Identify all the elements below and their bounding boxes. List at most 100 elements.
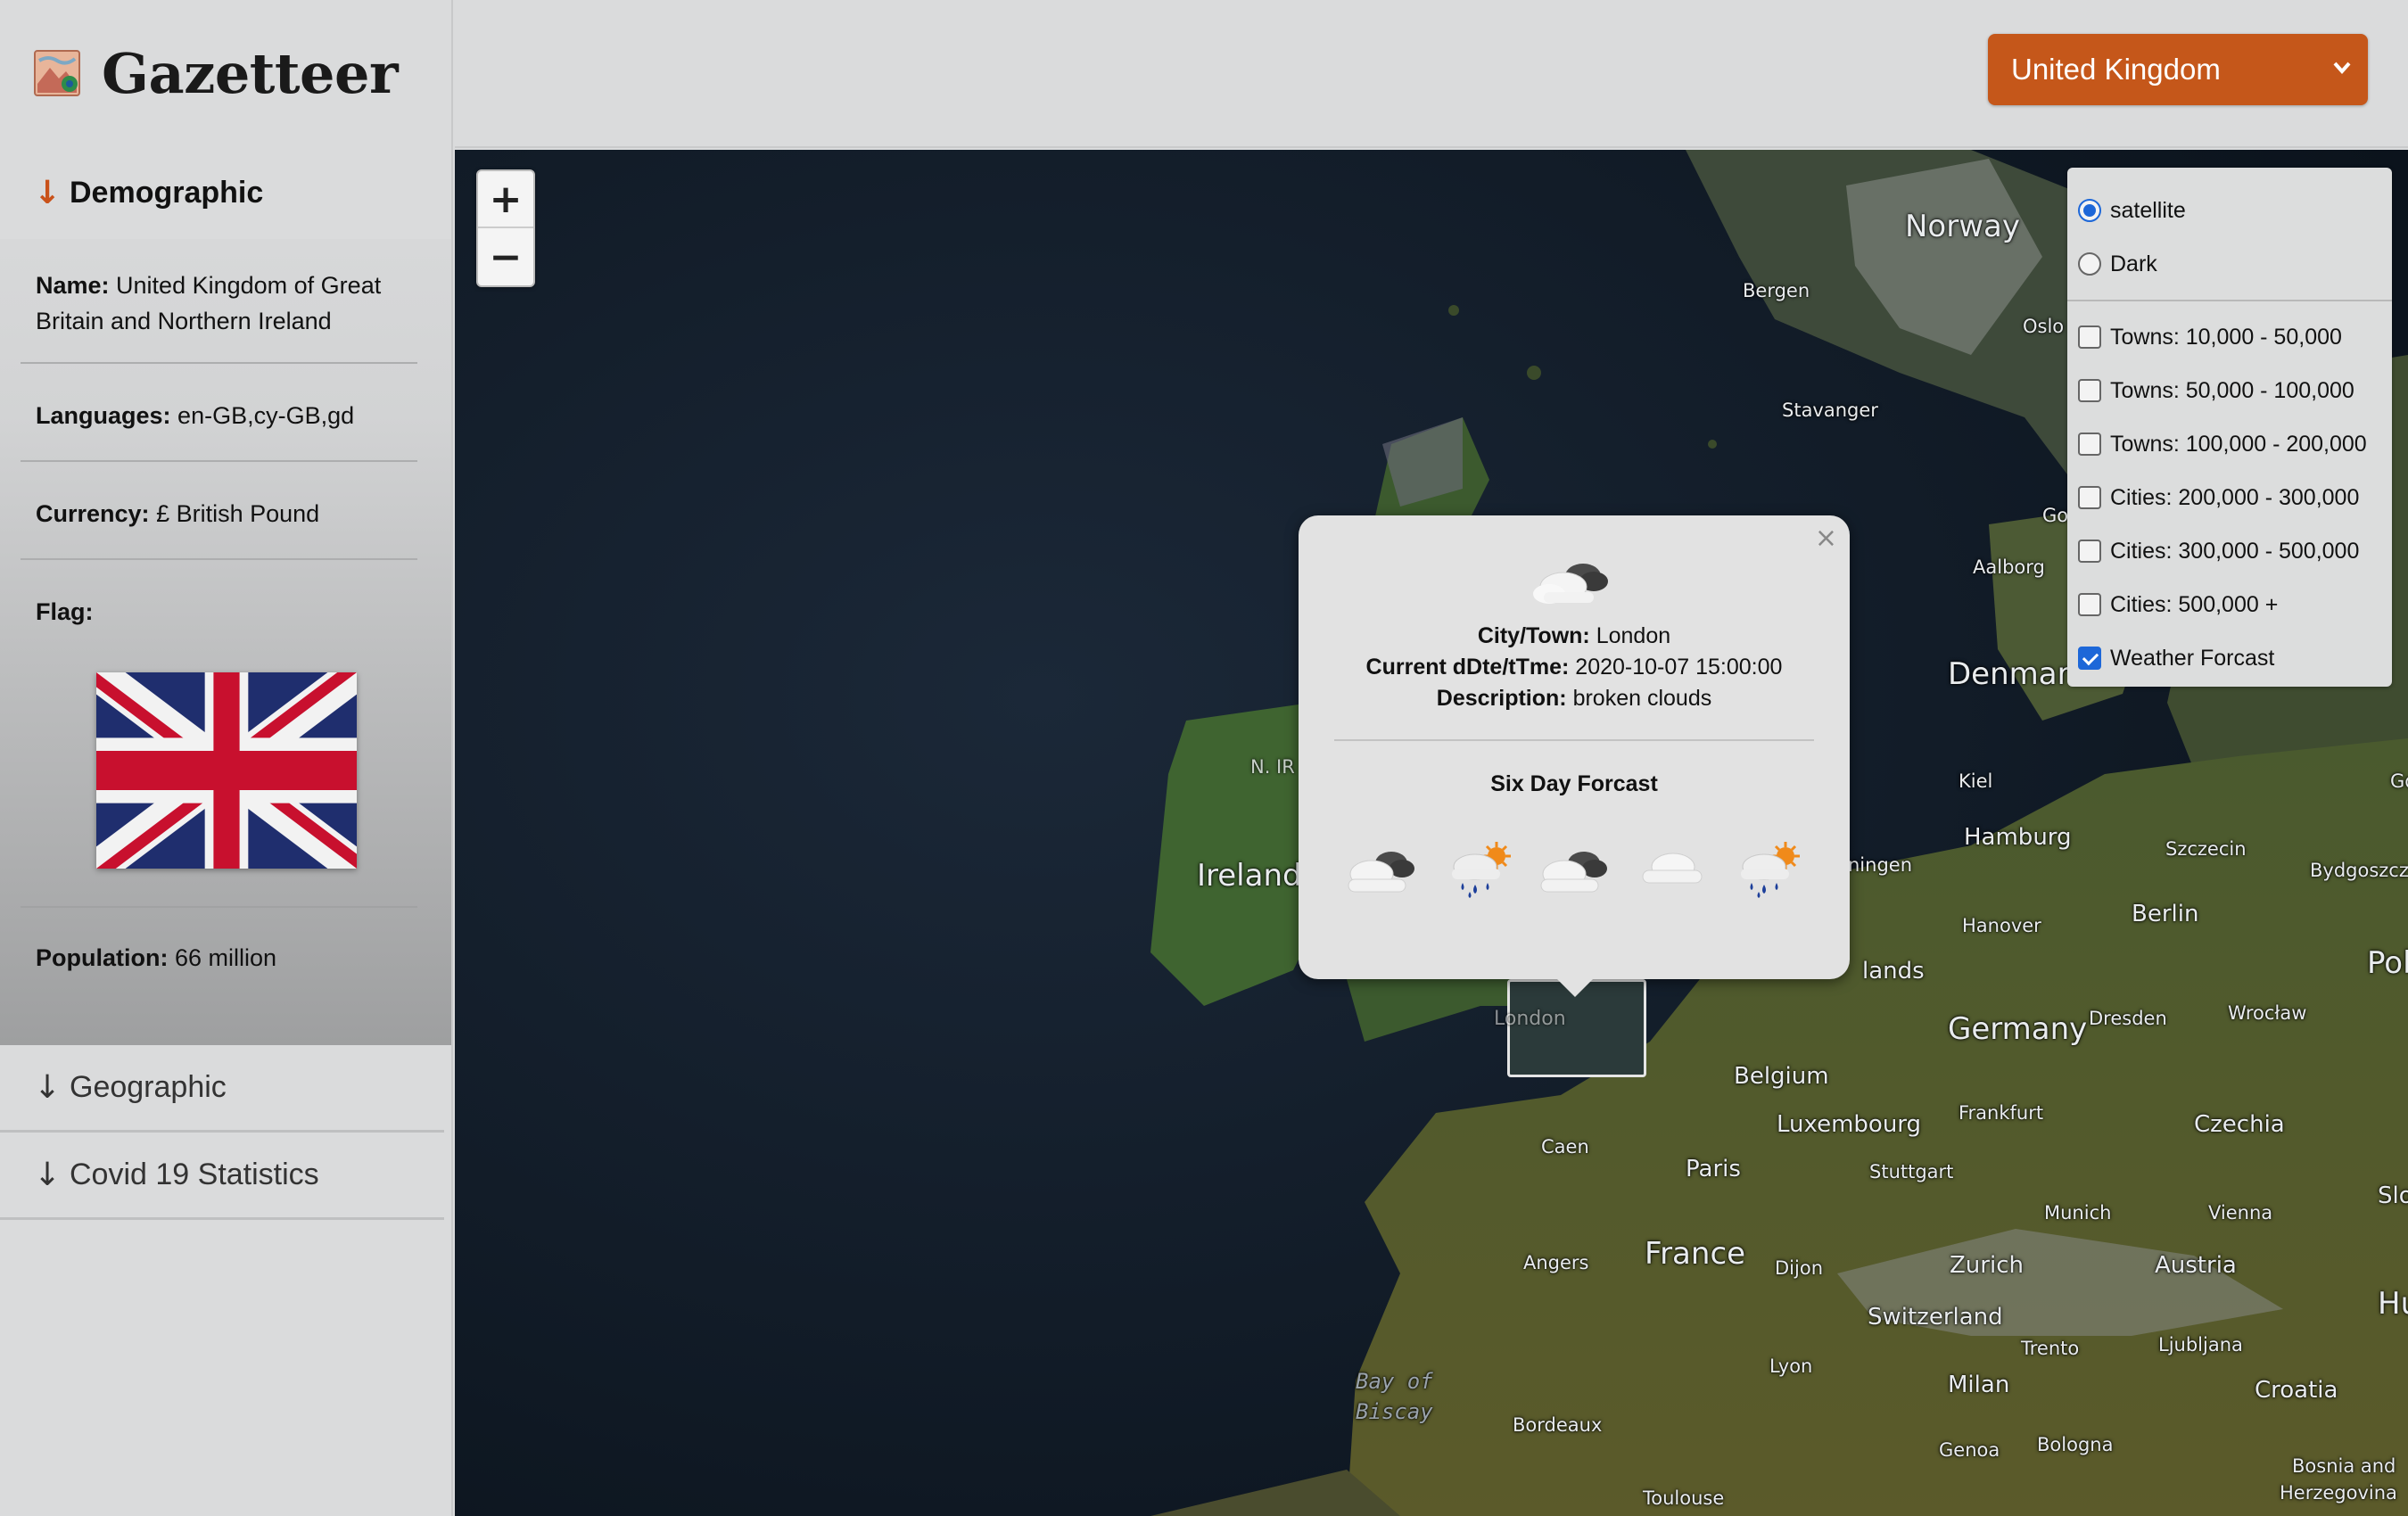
arrow-down-icon: ↓: [34, 1069, 62, 1106]
broken-clouds-icon: [1533, 564, 1608, 604]
map-label-hanover: Hanover: [1962, 915, 2041, 936]
checkbox-towns-50k-100k[interactable]: [2078, 379, 2101, 402]
covid-accordion-header[interactable]: ↓ Covid 19 Statistics: [0, 1133, 444, 1220]
datetime-label: Current dDte/tTme:: [1365, 655, 1570, 680]
arrow-down-icon: ↓: [34, 174, 62, 211]
population-label: Population:: [36, 944, 169, 971]
demographic-accordion-header[interactable]: ↓ Demographic: [0, 146, 451, 239]
overlay-cities-500k-plus[interactable]: Cities: 500,000 +: [2078, 578, 2381, 631]
map-label-frankfurt: Frankfurt: [1959, 1102, 2044, 1124]
map-label-bergen: Bergen: [1743, 280, 1810, 301]
popup-divider: [1334, 739, 1814, 741]
map-label-stuttgart: Stuttgart: [1869, 1161, 1954, 1182]
geographic-accordion-header[interactable]: ↓ Geographic: [0, 1045, 444, 1133]
map-label-berlin: Berlin: [2132, 901, 2199, 927]
checkbox-cities-300k-500k[interactable]: [2078, 540, 2101, 563]
map-label-munich: Munich: [2044, 1202, 2112, 1224]
layer-satellite[interactable]: satellite: [2078, 184, 2381, 237]
map-label-belgium: Belgium: [1734, 1063, 1829, 1090]
map-label-dijon: Dijon: [1775, 1257, 1823, 1279]
map-label-london: London: [1494, 1008, 1566, 1030]
map-label-kiel: Kiel: [1959, 770, 1993, 792]
overlay-cities-300k-500k[interactable]: Cities: 300,000 - 500,000: [2078, 524, 2381, 578]
map-label-norway: Norway: [1905, 209, 2020, 244]
map-label-ningen: ningen: [1848, 854, 1913, 876]
map-label-herzegovina: Herzegovina: [2280, 1482, 2397, 1504]
checkbox-weather-forecast[interactable]: [2078, 647, 2101, 670]
popup-description-line: Description: broken clouds: [1299, 683, 1850, 714]
radio-dark[interactable]: [2078, 252, 2101, 276]
popup-info: City/Town: London Current dDte/tTme: 202…: [1299, 621, 1850, 714]
app-title: Gazetteer: [102, 40, 399, 106]
map-label-bologna: Bologna: [2037, 1434, 2114, 1455]
union-jack-flag: [96, 672, 357, 869]
map-label-bydgoszcz: Bydgoszcz: [2310, 860, 2408, 881]
broken-clouds-icon: [1348, 852, 1414, 893]
layer-dark-label: Dark: [2110, 251, 2157, 276]
checkbox-towns-10k-50k[interactable]: [2078, 325, 2101, 349]
name-row: Name: United Kingdom of Great Britain an…: [21, 239, 417, 364]
overlay-towns-10k-50k[interactable]: Towns: 10,000 - 50,000: [2078, 310, 2381, 364]
map-label-trento: Trento: [2021, 1338, 2080, 1359]
overlay-weather-forecast[interactable]: Weather Forcast: [2078, 631, 2381, 685]
flag-label: Flag:: [36, 598, 94, 625]
languages-label: Languages:: [36, 402, 171, 429]
description-label: Description:: [1436, 686, 1567, 711]
map-label-oslo: Oslo: [2023, 316, 2065, 337]
map-label-wroclaw: Wrocław: [2228, 1002, 2307, 1024]
weather-popup: × City/Town: London Current dDte/tTme: 2…: [1299, 515, 1850, 997]
layer-dark[interactable]: Dark: [2078, 237, 2381, 291]
covid-heading: Covid 19 Statistics: [70, 1158, 319, 1191]
checkbox-towns-100k-200k[interactable]: [2078, 433, 2101, 456]
description-value: broken clouds: [1572, 686, 1712, 711]
overlay-label: Weather Forcast: [2110, 645, 2275, 671]
map-label-caen: Caen: [1541, 1136, 1589, 1158]
checkbox-cities-500k-plus[interactable]: [2078, 593, 2101, 616]
currency-row: Currency: £ British Pound: [21, 462, 417, 560]
map-label-pol: Pol: [2367, 945, 2408, 981]
map-label-bay-of: Bay of: [1356, 1369, 1433, 1394]
cloud-icon: [1642, 853, 1703, 884]
city-value: London: [1596, 623, 1671, 648]
forecast-row: [1299, 840, 1850, 899]
map-label-ireland: Ireland: [1197, 858, 1302, 894]
overlay-label: Cities: 300,000 - 500,000: [2110, 538, 2360, 564]
map-label-szczecin: Szczecin: [2165, 838, 2247, 860]
broken-clouds-icon: [1540, 852, 1607, 893]
map-label-bosnia: Bosnia and: [2292, 1455, 2396, 1477]
country-select[interactable]: United Kingdom: [1988, 34, 2368, 105]
overlay-label: Towns: 100,000 - 200,000: [2110, 431, 2367, 457]
map-label-stavanger: Stavanger: [1782, 400, 1878, 421]
layers-control: satellite Dark Towns: 10,000 - 50,000 To…: [2067, 168, 2392, 687]
map-label-go: Go: [2042, 505, 2069, 526]
map-label-zurich: Zurich: [1950, 1252, 2024, 1279]
checkbox-cities-200k-300k[interactable]: [2078, 486, 2101, 509]
map-view[interactable]: Norway Bergen Oslo Stavanger Aalborg Go …: [455, 150, 2408, 1516]
arrow-down-icon: ↓: [34, 1157, 62, 1193]
zoom-out-button[interactable]: −: [478, 228, 533, 285]
popup-datetime-line: Current dDte/tTme: 2020-10-07 15:00:00: [1299, 652, 1850, 683]
map-label-hu: Hu: [2378, 1286, 2408, 1322]
radio-satellite[interactable]: [2078, 199, 2101, 222]
layer-satellite-label: satellite: [2110, 197, 2186, 223]
overlay-towns-50k-100k[interactable]: Towns: 50,000 - 100,000: [2078, 364, 2381, 417]
zoom-in-button[interactable]: +: [478, 171, 533, 228]
map-label-austria: Austria: [2155, 1252, 2237, 1279]
city-label: City/Town:: [1477, 623, 1590, 648]
close-icon[interactable]: ×: [1815, 523, 1837, 554]
map-label-gdansk: Gdans: [2390, 770, 2408, 792]
population-value: 66 million: [175, 944, 277, 971]
demographic-panel: ↓ Demographic Name: United Kingdom of Gr…: [0, 146, 451, 1045]
overlay-label: Cities: 200,000 - 300,000: [2110, 484, 2360, 510]
currency-label: Currency:: [36, 500, 150, 527]
map-label-denmark: Denmar: [1948, 656, 2070, 692]
brand: Gazetteer: [0, 0, 451, 148]
overlay-towns-100k-200k[interactable]: Towns: 100,000 - 200,000: [2078, 417, 2381, 471]
flag-row: Flag:: [21, 560, 417, 908]
overlay-cities-200k-300k[interactable]: Cities: 200,000 - 300,000: [2078, 471, 2381, 524]
languages-value: en-GB,cy-GB,gd: [177, 402, 355, 429]
map-label-luxembourg: Luxembourg: [1777, 1111, 1922, 1138]
map-label-slo: Slo: [2378, 1182, 2408, 1209]
map-label-lands: lands: [1862, 958, 1925, 985]
map-label-milan: Milan: [1948, 1372, 2010, 1398]
